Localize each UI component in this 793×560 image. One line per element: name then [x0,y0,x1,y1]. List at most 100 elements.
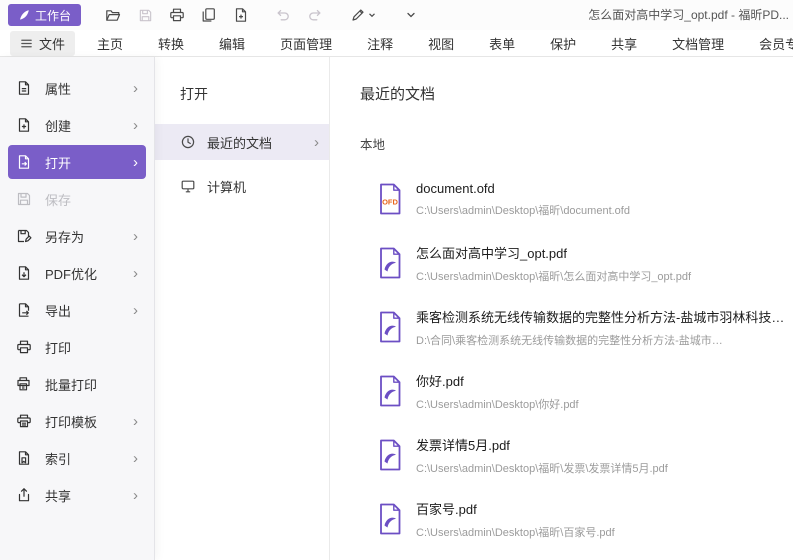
file-menu-item-label: 导出 [45,301,71,320]
pen-tool-button[interactable] [341,3,385,27]
open-panel: 打开 最近的文档 › 计算机 [155,57,330,560]
undo-icon [275,7,291,23]
chevron-down-icon [404,8,418,22]
create-icon [16,117,32,133]
file-path: C:\Users\admin\Desktop\福昕\怎么面对高中学习_opt.p… [416,268,691,284]
share-icon [16,487,32,503]
customize-toolbar-button[interactable] [395,3,427,27]
export-icon [16,302,32,318]
properties-icon [16,80,32,96]
batch-print-icon [16,376,32,392]
file-menu-item-create[interactable]: 创建 › [8,108,146,142]
recent-documents-item[interactable]: 最近的文档 › [155,124,329,160]
chevron-right-icon: › [133,229,138,244]
pdf-file-icon [377,311,403,343]
file-row[interactable]: 百家号.pdf C:\Users\admin\Desktop\福昕\百家号.pd… [377,487,793,551]
pdf-file-icon [377,375,403,407]
file-menu-item-label: 另存为 [45,227,84,246]
chevron-right-icon: › [133,488,138,503]
save-icon [16,191,32,207]
file-path: C:\Users\admin\Desktop\福昕\百家号.pdf [416,524,615,540]
save-button[interactable] [129,3,161,27]
chevron-right-icon: › [133,266,138,281]
open-file-button[interactable] [97,3,129,27]
file-row[interactable]: 怎么面对高中学习_opt.pdf C:\Users\admin\Desktop\… [377,231,793,295]
tab-file[interactable]: 文件 [10,31,75,56]
file-menu-item-export[interactable]: 导出 › [8,293,146,327]
tab-home[interactable]: 主页 [97,34,123,53]
index-icon [16,450,32,466]
file-menu-item-label: 打印 [45,338,71,357]
chevron-right-icon: › [314,135,319,150]
file-row[interactable]: OFD document.ofd C:\Users\admin\Desktop\… [377,167,793,231]
file-name: 怎么面对高中学习_opt.pdf [416,243,691,262]
copy-document-button[interactable] [193,3,225,27]
undo-button[interactable] [267,3,299,27]
print-button[interactable] [161,3,193,27]
foxit-pdf-window: 工作台 [0,0,793,560]
folder-open-icon [105,7,121,23]
computer-label: 计算机 [207,177,246,196]
file-menu-panel: 属性 › 创建 › 打开 › 保存 另存为 [0,57,155,560]
tab-share[interactable]: 共享 [611,34,637,53]
tab-protect[interactable]: 保护 [550,34,576,53]
file-menu-item-save-as[interactable]: 另存为 › [8,219,146,253]
file-menu-item-open[interactable]: 打开 › [8,145,146,179]
computer-icon [180,178,196,194]
tab-document-management[interactable]: 文档管理 [672,34,724,53]
ofd-file-icon: OFD [377,183,403,215]
file-menu-item-print[interactable]: 打印 [8,330,146,364]
tab-edit[interactable]: 编辑 [219,34,245,53]
menubar: 文件 主页 转换 编辑 页面管理 注释 视图 表单 保护 共享 文档管理 会员专… [0,30,793,57]
file-tab-label: 文件 [39,34,65,53]
new-document-icon [233,7,249,23]
titlebar: 工作台 [0,0,793,30]
new-document-button[interactable] [225,3,257,27]
tab-page-management[interactable]: 页面管理 [280,34,332,53]
quick-access-toolbar [87,3,427,27]
chevron-right-icon: › [133,118,138,133]
tab-comment[interactable]: 注释 [367,34,393,53]
file-path: C:\Users\admin\Desktop\福昕\发票\发票详情5月.pdf [416,460,668,476]
tab-view[interactable]: 视图 [428,34,454,53]
file-row[interactable]: 乘客检测系统无线传输数据的完整性分析方法-盐城市羽林科技… D:\合同\乘客检测… [377,295,793,359]
computer-item[interactable]: 计算机 [155,168,329,204]
save-as-icon [16,228,32,244]
file-menu-item-label: 打印模板 [45,412,97,431]
file-path: C:\Users\admin\Desktop\福昕\document.ofd [416,202,630,218]
file-row[interactable]: 你好.pdf C:\Users\admin\Desktop\你好.pdf [377,359,793,423]
copy-document-icon [201,7,217,23]
file-menu-item-label: 打开 [45,153,71,172]
printer-icon [169,7,185,23]
hamburger-icon [20,37,33,50]
file-menu-item-share[interactable]: 共享 › [8,478,146,512]
file-menu-item-label: 创建 [45,116,71,135]
file-row[interactable]: 稿定素材-806381.pdf [377,551,793,560]
file-name: 乘客检测系统无线传输数据的完整性分析方法-盐城市羽林科技… [416,307,784,326]
file-row[interactable]: 发票详情5月.pdf C:\Users\admin\Desktop\福昕\发票\… [377,423,793,487]
file-path: C:\Users\admin\Desktop\你好.pdf [416,396,579,412]
quill-icon [18,9,30,21]
file-menu-item-pdf-optimize[interactable]: PDF优化 › [8,256,146,290]
clock-icon [180,134,196,150]
file-menu-item-label: 批量打印 [45,375,97,394]
file-menu-item-properties[interactable]: 属性 › [8,71,146,105]
file-name: 你好.pdf [416,371,579,390]
file-path: D:\合同\乘客检测系统无线传输数据的完整性分析方法-盐城市… [416,332,784,348]
file-menu-item-save[interactable]: 保存 [8,182,146,216]
file-menu-item-print-template[interactable]: 打印模板 › [8,404,146,438]
workspace-button[interactable]: 工作台 [8,4,81,26]
tab-convert[interactable]: 转换 [158,34,184,53]
file-name: 发票详情5月.pdf [416,435,668,454]
tab-form[interactable]: 表单 [489,34,515,53]
file-menu-item-label: PDF优化 [45,264,97,283]
file-menu-item-index[interactable]: 索引 › [8,441,146,475]
redo-icon [307,7,323,23]
redo-button[interactable] [299,3,331,27]
tab-member-exclusive[interactable]: 会员专享 [759,34,793,53]
pdf-file-icon [377,503,403,535]
recent-documents-title: 最近的文档 [360,83,793,104]
file-menu-item-batch-print[interactable]: 批量打印 [8,367,146,401]
svg-text:OFD: OFD [382,198,398,207]
print-template-icon [16,413,32,429]
